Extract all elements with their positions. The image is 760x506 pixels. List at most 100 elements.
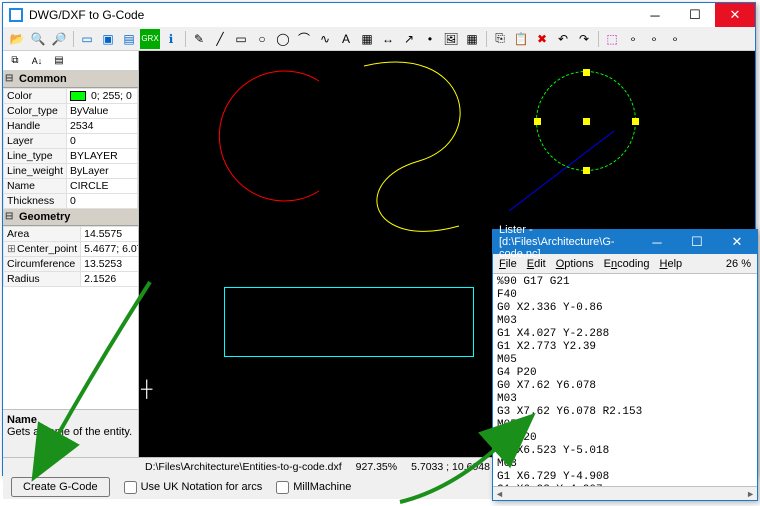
prop-value[interactable]: 0	[67, 194, 138, 209]
uk-notation-input[interactable]	[124, 481, 137, 494]
separator	[182, 29, 188, 49]
point-icon[interactable]: •	[420, 29, 440, 49]
prop-key: Line_type	[4, 149, 67, 164]
menu-encoding[interactable]: Encoding	[604, 258, 650, 270]
info-icon[interactable]: ℹ	[161, 29, 181, 49]
prop-row[interactable]: Radius2.1526	[4, 272, 139, 287]
millmachine-input[interactable]	[276, 481, 289, 494]
window-title: DWG/DXF to G-Code	[29, 8, 144, 22]
prop-row[interactable]: Color 0; 255; 0	[4, 89, 138, 104]
spline-icon[interactable]: ∿	[315, 29, 335, 49]
minimize-button[interactable]: ─	[635, 3, 675, 27]
prop-key: Area	[4, 227, 81, 242]
zoom-icon[interactable]: 🔍	[28, 29, 48, 49]
view1-icon[interactable]: ▭	[77, 29, 97, 49]
image-icon[interactable]: 🖼	[441, 29, 461, 49]
prop-value[interactable]: ByLayer	[67, 164, 138, 179]
delete-icon[interactable]: ✖	[532, 29, 552, 49]
prop-row[interactable]: Thickness0	[4, 194, 138, 209]
millmachine-checkbox[interactable]: MillMachine	[276, 481, 351, 494]
lister-window: Lister - [d:\Files\Architecture\G-code.n…	[492, 229, 758, 501]
view3-icon[interactable]: ▤	[119, 29, 139, 49]
lister-maximize-button[interactable]: ☐	[677, 230, 717, 254]
paste-icon[interactable]: 📋	[511, 29, 531, 49]
block-icon[interactable]: ▦	[462, 29, 482, 49]
lister-title: Lister - [d:\Files\Architecture\G-code.n…	[499, 224, 637, 260]
lister-scrollbar[interactable]: ◄ ►	[493, 486, 757, 500]
handle-bottom[interactable]	[583, 167, 590, 174]
rect-icon[interactable]: ▭	[231, 29, 251, 49]
prop-value[interactable]: 0	[67, 134, 138, 149]
prop-value[interactable]: 2.1526	[81, 272, 138, 287]
prop-row[interactable]: ⊞Center_point5.4677; 6.0778; 0	[4, 242, 139, 257]
text-icon[interactable]: A	[336, 29, 356, 49]
handle-top[interactable]	[583, 69, 590, 76]
scroll-right-icon[interactable]: ►	[746, 489, 755, 499]
prop-mini-toolbar: ⧉ A↓ ▤	[3, 51, 138, 71]
sort-cat-icon[interactable]: ⧉	[5, 51, 25, 71]
separator	[483, 29, 489, 49]
more1-icon[interactable]: ∘	[623, 29, 643, 49]
origin-crosshair: ┼	[141, 381, 152, 399]
zoom-out-icon[interactable]: 🔎	[49, 29, 69, 49]
prop-row[interactable]: Line_typeBYLAYER	[4, 149, 138, 164]
prop-row[interactable]: Handle2534	[4, 119, 138, 134]
pointer-icon[interactable]: ✎	[189, 29, 209, 49]
app-icon	[9, 8, 23, 22]
menu-edit[interactable]: Edit	[527, 258, 546, 270]
prop-value[interactable]: 14.5575	[81, 227, 138, 242]
lister-content[interactable]: %90 G17 G21 F40 G0 X2.336 Y-0.86 M03 G1 …	[493, 274, 757, 486]
prop-row[interactable]: NameCIRCLE	[4, 179, 138, 194]
create-gcode-button[interactable]: Create G-Code	[11, 477, 110, 497]
prop-key: ⊞Center_point	[4, 242, 81, 257]
prop-row[interactable]: Color_typeByValue	[4, 104, 138, 119]
lister-menubar: File Edit Options Encoding Help 26 %	[493, 254, 757, 274]
grid-icon[interactable]: GRX	[140, 29, 160, 49]
line-icon[interactable]: ╱	[210, 29, 230, 49]
prop-page-icon[interactable]: ▤	[49, 51, 69, 71]
arc-icon[interactable]: ⌒	[294, 29, 314, 49]
prop-value[interactable]: 2534	[67, 119, 138, 134]
open-icon[interactable]: 📂	[7, 29, 27, 49]
prop-value[interactable]: ByValue	[67, 104, 138, 119]
prop-row[interactable]: Area14.5575	[4, 227, 139, 242]
handle-left[interactable]	[534, 118, 541, 125]
scroll-left-icon[interactable]: ◄	[495, 489, 504, 499]
prop-key: Name	[4, 179, 67, 194]
prop-value[interactable]: CIRCLE	[67, 179, 138, 194]
lister-minimize-button[interactable]: ─	[637, 230, 677, 254]
select-icon[interactable]: ⬚	[602, 29, 622, 49]
prop-row[interactable]: Line_weightByLayer	[4, 164, 138, 179]
prop-value[interactable]: 13.5253	[81, 257, 138, 272]
more3-icon[interactable]: ∘	[665, 29, 685, 49]
undo-icon[interactable]: ↶	[553, 29, 573, 49]
menu-file[interactable]: File	[499, 258, 517, 270]
close-button[interactable]: ✕	[715, 3, 755, 27]
prop-row[interactable]: Circumference13.5253	[4, 257, 139, 272]
menu-help[interactable]: Help	[660, 258, 683, 270]
sort-az-icon[interactable]: A↓	[27, 51, 47, 71]
view2-icon[interactable]: ▣	[98, 29, 118, 49]
section-common[interactable]: Common	[3, 71, 138, 88]
status-filepath: D:\Files\Architecture\Entities-to-g-code…	[145, 461, 342, 473]
leader-icon[interactable]: ↗	[399, 29, 419, 49]
hatch-icon[interactable]: ▦	[357, 29, 377, 49]
circle-icon[interactable]: ○	[252, 29, 272, 49]
more2-icon[interactable]: ∘	[644, 29, 664, 49]
handle-right[interactable]	[632, 118, 639, 125]
prop-value[interactable]: 0; 255; 0	[67, 89, 138, 104]
menu-options[interactable]: Options	[556, 258, 594, 270]
section-geometry[interactable]: Geometry	[3, 209, 138, 226]
cyan-rectangle[interactable]	[224, 287, 474, 357]
prop-value[interactable]: BYLAYER	[67, 149, 138, 164]
uk-notation-checkbox[interactable]: Use UK Notation for arcs	[124, 481, 263, 494]
handle-center[interactable]	[583, 118, 590, 125]
maximize-button[interactable]: ☐	[675, 3, 715, 27]
lister-close-button[interactable]: ✕	[717, 230, 757, 254]
dim-icon[interactable]: ↔	[378, 29, 398, 49]
redo-icon[interactable]: ↷	[574, 29, 594, 49]
copy-icon[interactable]: ⎘	[490, 29, 510, 49]
prop-value[interactable]: 5.4677; 6.0778; 0	[81, 242, 138, 257]
prop-row[interactable]: Layer0	[4, 134, 138, 149]
ellipse-icon[interactable]: ◯	[273, 29, 293, 49]
